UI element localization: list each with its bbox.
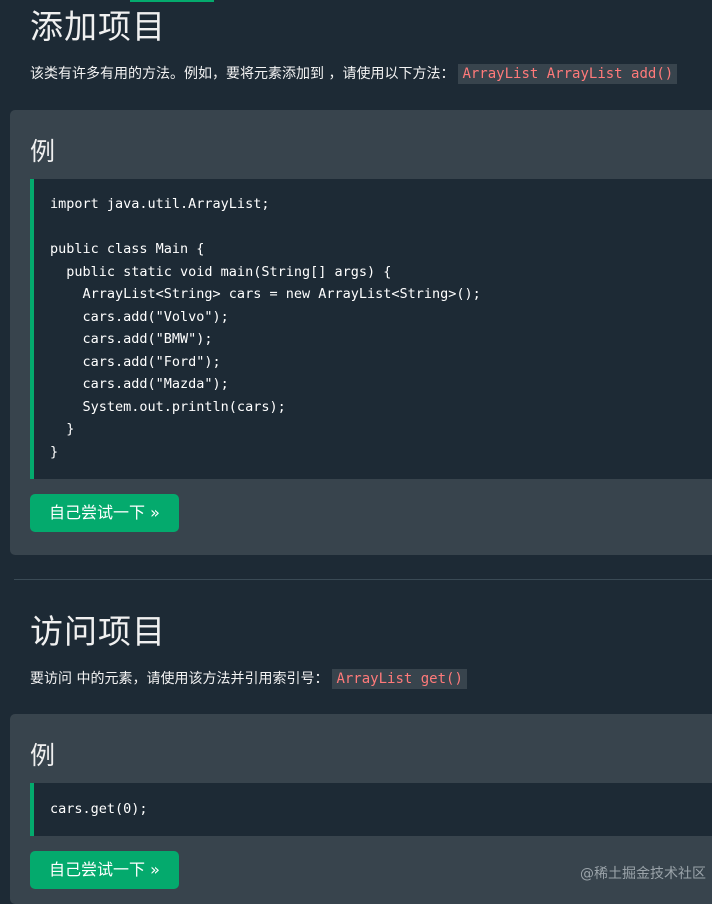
intro-text: 要访问 中的元素，请使用该方法并引用索引号： (30, 671, 329, 687)
code-line: ArrayList<String> cars = new ArrayList<S… (50, 286, 481, 302)
try-it-yourself-button[interactable]: 自己尝试一下 » (30, 494, 179, 532)
section-divider (14, 579, 712, 580)
code-line: public class Main { (50, 241, 205, 257)
example-box-add: 例 import java.util.ArrayList; public cla… (10, 110, 712, 555)
code-line: cars.add("Ford"); (50, 354, 221, 370)
section-intro-add: 该类有许多有用的方法。例如，要将元素添加到 ，请使用以下方法： ArrayList… (30, 63, 678, 84)
code-block-access: cars.get(0); (30, 783, 712, 836)
code-line: cars.add("BMW"); (50, 331, 213, 347)
example-label: 例 (30, 741, 56, 770)
code-line: cars.add("Volvo"); (50, 309, 229, 325)
code-line: public static void main(String[] args) { (50, 264, 392, 280)
code-line: cars.get(0); (50, 801, 148, 817)
code-line: } (50, 444, 59, 460)
code-block-add: import java.util.ArrayList; public class… (30, 179, 712, 479)
section-title-add-items: 添加项目 (30, 7, 166, 46)
code-line: } (50, 421, 75, 437)
inline-code: ArrayList ArrayList add() (458, 64, 678, 84)
code-line: import java.util.ArrayList; (50, 196, 270, 212)
example-label: 例 (30, 137, 56, 166)
section-title-access-items: 访问项目 (30, 612, 166, 651)
try-it-yourself-button[interactable]: 自己尝试一下 » (30, 851, 179, 889)
code-line: System.out.println(cars); (50, 399, 286, 415)
watermark: @稀土掘金技术社区 (580, 866, 706, 882)
section-intro-access: 要访问 中的元素，请使用该方法并引用索引号： ArrayList get() (30, 668, 467, 689)
inline-code: ArrayList get() (332, 669, 467, 689)
code-line: cars.add("Mazda"); (50, 376, 229, 392)
intro-text: 该类有许多有用的方法。例如，要将元素添加到 ，请使用以下方法： (30, 66, 455, 82)
